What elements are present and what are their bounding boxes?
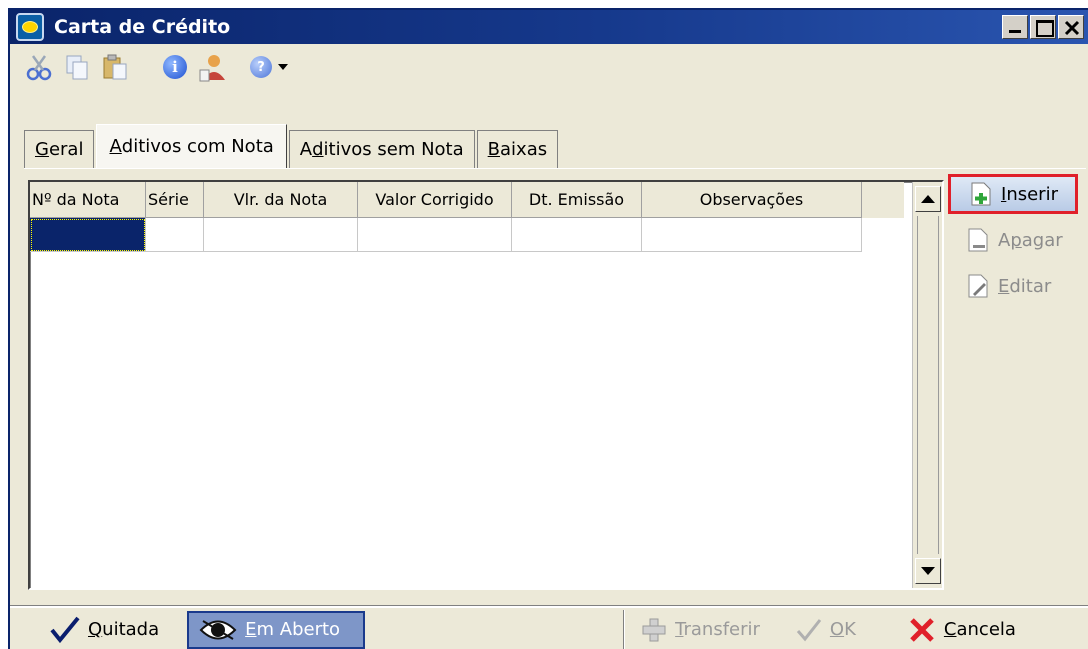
insert-document-icon — [969, 181, 993, 207]
table-cell[interactable] — [512, 218, 642, 252]
scroll-track[interactable] — [917, 216, 939, 554]
bottom-bar: Quitada Em Aberto Transferir OK Cancela — [10, 606, 1088, 649]
help-dropdown-arrow[interactable] — [278, 64, 288, 70]
edit-document-icon — [966, 273, 990, 299]
window-controls — [1002, 15, 1084, 39]
toolbar: i ? — [10, 46, 1088, 88]
plus-icon — [641, 617, 667, 643]
carta-de-credito-window: Carta de Crédito i ? G eral A ditivos co… — [8, 8, 1088, 649]
grid-header: Nº da Nota Série Vlr. da Nota Valor Corr… — [30, 182, 904, 218]
user-icon[interactable] — [198, 52, 228, 82]
column-header-numero-nota[interactable]: Nº da Nota — [30, 182, 146, 218]
column-header-observacoes[interactable]: Observações — [642, 182, 862, 218]
app-icon — [16, 13, 44, 41]
vertical-scrollbar[interactable] — [912, 182, 942, 588]
arrow-down-icon — [921, 567, 935, 575]
maximize-button[interactable] — [1030, 15, 1056, 39]
column-header-valor-corrigido[interactable]: Valor Corrigido — [358, 182, 512, 218]
delete-document-icon — [966, 227, 990, 253]
red-x-icon — [908, 617, 936, 643]
arrow-up-icon — [921, 195, 935, 203]
scroll-up-button[interactable] — [915, 186, 941, 212]
transferir-button[interactable]: Transferir — [631, 611, 770, 649]
tab-baixas[interactable]: Baixas — [476, 130, 559, 168]
quitada-button[interactable]: Quitada — [40, 611, 169, 649]
column-header-data-emissao[interactable]: Dt. Emissão — [512, 182, 642, 218]
table-cell[interactable] — [642, 218, 862, 252]
scroll-down-button[interactable] — [915, 558, 941, 584]
info-icon[interactable]: i — [160, 52, 190, 82]
minimize-button[interactable] — [1002, 15, 1028, 39]
side-actions: Inserir Apagar Editar — [948, 174, 1088, 312]
table-cell[interactable] — [146, 218, 204, 252]
separator — [623, 609, 626, 649]
table-cell[interactable] — [358, 218, 512, 252]
editar-button[interactable]: Editar — [948, 266, 1088, 306]
apagar-button[interactable]: Apagar — [948, 220, 1088, 260]
window-title: Carta de Crédito — [54, 16, 231, 38]
tab-aditivos-sem-nota[interactable]: Ad itivos sem Nota — [288, 130, 475, 168]
tab-strip: Geral Aditivos com Nota Ad itivos sem Not… — [24, 124, 560, 168]
tab-aditivos-com-nota[interactable]: Aditivos com Nota — [96, 124, 287, 168]
title-bar[interactable]: Carta de Crédito — [10, 10, 1088, 44]
copy-icon[interactable] — [62, 52, 92, 82]
eye-icon — [199, 617, 237, 643]
close-button[interactable] — [1058, 15, 1084, 39]
cancela-button[interactable]: Cancela — [898, 611, 1026, 649]
cut-icon[interactable] — [24, 52, 54, 82]
close-icon — [1064, 20, 1080, 36]
table-cell[interactable] — [30, 218, 146, 252]
table-row[interactable] — [30, 218, 862, 252]
help-icon[interactable]: ? — [250, 52, 272, 82]
checkmark-icon — [50, 616, 80, 644]
aditivos-grid[interactable]: Nº da Nota Série Vlr. da Nota Valor Corr… — [28, 180, 944, 590]
ok-button[interactable]: OK — [786, 611, 866, 649]
column-header-valor-nota[interactable]: Vlr. da Nota — [204, 182, 358, 218]
tab-geral[interactable]: Geral — [24, 130, 95, 168]
inserir-button[interactable]: Inserir — [948, 174, 1078, 214]
table-cell[interactable] — [204, 218, 358, 252]
column-header-serie[interactable]: Série — [146, 182, 204, 218]
em-aberto-button[interactable]: Em Aberto — [187, 610, 366, 649]
checkmark-icon — [796, 617, 822, 643]
paste-icon[interactable] — [100, 52, 130, 82]
